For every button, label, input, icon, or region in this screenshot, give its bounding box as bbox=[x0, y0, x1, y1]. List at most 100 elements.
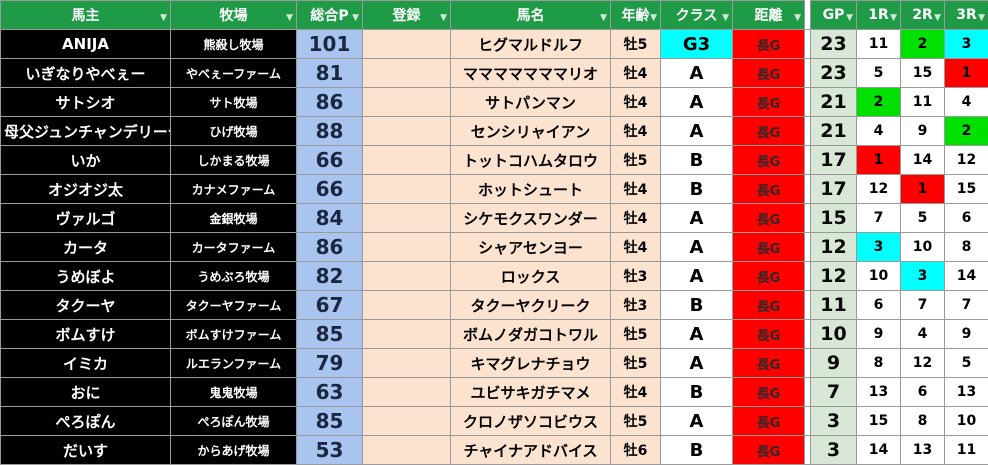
cell-owner[interactable]: ボムすけ bbox=[0, 319, 171, 349]
header-owner[interactable]: 馬主 ▼ bbox=[0, 0, 171, 30]
cell-r2[interactable]: 5 bbox=[900, 203, 945, 233]
cell-r3[interactable]: 10 bbox=[944, 406, 988, 436]
cell-class[interactable]: G3 bbox=[660, 29, 733, 59]
cell-ranch[interactable]: カータファーム bbox=[170, 232, 297, 262]
cell-r1[interactable]: 3 bbox=[856, 232, 901, 262]
cell-r2[interactable]: 3 bbox=[900, 261, 945, 291]
cell-points[interactable]: 85 bbox=[296, 406, 363, 436]
cell-horse[interactable]: シケモクスワンダー bbox=[450, 203, 611, 233]
cell-horse[interactable]: クロノザソコビウス bbox=[450, 406, 611, 436]
cell-r2[interactable]: 6 bbox=[900, 377, 945, 407]
cell-r2[interactable]: 9 bbox=[900, 116, 945, 146]
filter-dropdown-icon[interactable]: ▼ bbox=[978, 14, 985, 23]
cell-owner[interactable]: いか bbox=[0, 145, 171, 175]
cell-r1[interactable]: 2 bbox=[856, 87, 901, 117]
cell-horse[interactable]: トットコハムタロウ bbox=[450, 145, 611, 175]
filter-dropdown-icon[interactable]: ▼ bbox=[650, 14, 657, 23]
cell-ranch[interactable]: ひげ牧場 bbox=[170, 116, 297, 146]
cell-register[interactable] bbox=[362, 203, 451, 233]
cell-ranch[interactable]: タクーヤファーム bbox=[170, 290, 297, 320]
cell-distance[interactable]: 長G bbox=[732, 348, 805, 378]
cell-age[interactable]: 牡4 bbox=[610, 203, 661, 233]
cell-class[interactable]: A bbox=[660, 261, 733, 291]
cell-owner[interactable]: ヴァルゴ bbox=[0, 203, 171, 233]
cell-age[interactable]: 牡5 bbox=[610, 406, 661, 436]
filter-dropdown-icon[interactable]: ▼ bbox=[934, 14, 941, 23]
cell-owner[interactable]: イミカ bbox=[0, 348, 171, 378]
cell-horse[interactable]: サトパンマン bbox=[450, 87, 611, 117]
cell-gp[interactable]: 21 bbox=[810, 116, 857, 146]
cell-register[interactable] bbox=[362, 319, 451, 349]
cell-ranch[interactable]: 金銀牧場 bbox=[170, 203, 297, 233]
cell-points[interactable]: 86 bbox=[296, 87, 363, 117]
header-distance[interactable]: 距離 ▼ bbox=[732, 0, 805, 30]
cell-ranch[interactable]: やべぇーファーム bbox=[170, 58, 297, 88]
cell-gp[interactable]: 7 bbox=[810, 377, 857, 407]
cell-r2[interactable]: 8 bbox=[900, 406, 945, 436]
cell-age[interactable]: 牡4 bbox=[610, 232, 661, 262]
cell-r3[interactable]: 5 bbox=[944, 348, 988, 378]
cell-distance[interactable]: 長G bbox=[732, 435, 805, 465]
cell-register[interactable] bbox=[362, 261, 451, 291]
cell-horse[interactable]: シャアセンヨー bbox=[450, 232, 611, 262]
cell-r1[interactable]: 11 bbox=[856, 29, 901, 59]
header-register[interactable]: 登録 ▼ bbox=[362, 0, 451, 30]
cell-class[interactable]: A bbox=[660, 406, 733, 436]
cell-ranch[interactable]: ぺろぽん牧場 bbox=[170, 406, 297, 436]
cell-horse[interactable]: キマグレナチョウ bbox=[450, 348, 611, 378]
cell-gp[interactable]: 23 bbox=[810, 58, 857, 88]
cell-r2[interactable]: 2 bbox=[900, 29, 945, 59]
cell-r1[interactable]: 4 bbox=[856, 116, 901, 146]
cell-points[interactable]: 79 bbox=[296, 348, 363, 378]
header-ranch[interactable]: 牧場 ▼ bbox=[170, 0, 297, 30]
cell-age[interactable]: 牡3 bbox=[610, 261, 661, 291]
cell-register[interactable] bbox=[362, 290, 451, 320]
cell-r2[interactable]: 15 bbox=[900, 58, 945, 88]
cell-gp[interactable]: 9 bbox=[810, 348, 857, 378]
cell-r1[interactable]: 1 bbox=[856, 145, 901, 175]
cell-horse[interactable]: チャイナアドバイス bbox=[450, 435, 611, 465]
cell-distance[interactable]: 長G bbox=[732, 29, 805, 59]
filter-dropdown-icon[interactable]: ▼ bbox=[794, 14, 801, 23]
cell-ranch[interactable]: カナメファーム bbox=[170, 174, 297, 204]
cell-register[interactable] bbox=[362, 377, 451, 407]
cell-register[interactable] bbox=[362, 174, 451, 204]
filter-dropdown-icon[interactable]: ▼ bbox=[440, 14, 447, 23]
cell-owner[interactable]: いぎなりやべぇー bbox=[0, 58, 171, 88]
filter-dropdown-icon[interactable]: ▼ bbox=[890, 14, 897, 23]
cell-register[interactable] bbox=[362, 29, 451, 59]
cell-gp[interactable]: 3 bbox=[810, 406, 857, 436]
cell-distance[interactable]: 長G bbox=[732, 87, 805, 117]
filter-dropdown-icon[interactable]: ▼ bbox=[286, 14, 293, 23]
header-r2[interactable]: 2R ▼ bbox=[900, 0, 945, 30]
cell-register[interactable] bbox=[362, 348, 451, 378]
cell-r2[interactable]: 10 bbox=[900, 232, 945, 262]
cell-age[interactable]: 牡4 bbox=[610, 87, 661, 117]
cell-r3[interactable]: 6 bbox=[944, 203, 988, 233]
cell-r2[interactable]: 14 bbox=[900, 145, 945, 175]
cell-age[interactable]: 牡5 bbox=[610, 319, 661, 349]
filter-dropdown-icon[interactable]: ▼ bbox=[160, 14, 167, 23]
cell-r2[interactable]: 7 bbox=[900, 290, 945, 320]
cell-register[interactable] bbox=[362, 116, 451, 146]
cell-ranch[interactable]: うめぶろ牧場 bbox=[170, 261, 297, 291]
cell-owner[interactable]: うめぼよ bbox=[0, 261, 171, 291]
cell-horse[interactable]: ボムノダガコトワル bbox=[450, 319, 611, 349]
cell-age[interactable]: 牡4 bbox=[610, 116, 661, 146]
cell-distance[interactable]: 長G bbox=[732, 290, 805, 320]
cell-r1[interactable]: 7 bbox=[856, 203, 901, 233]
cell-horse[interactable]: ユビサキガチマメ bbox=[450, 377, 611, 407]
cell-r1[interactable]: 5 bbox=[856, 58, 901, 88]
cell-r1[interactable]: 15 bbox=[856, 406, 901, 436]
cell-r2[interactable]: 13 bbox=[900, 435, 945, 465]
cell-class[interactable]: B bbox=[660, 377, 733, 407]
cell-points[interactable]: 67 bbox=[296, 290, 363, 320]
cell-gp[interactable]: 10 bbox=[810, 319, 857, 349]
cell-r2[interactable]: 4 bbox=[900, 319, 945, 349]
cell-points[interactable]: 82 bbox=[296, 261, 363, 291]
cell-horse[interactable]: ロックス bbox=[450, 261, 611, 291]
cell-points[interactable]: 66 bbox=[296, 145, 363, 175]
cell-class[interactable]: A bbox=[660, 232, 733, 262]
cell-age[interactable]: 牡5 bbox=[610, 145, 661, 175]
cell-points[interactable]: 88 bbox=[296, 116, 363, 146]
